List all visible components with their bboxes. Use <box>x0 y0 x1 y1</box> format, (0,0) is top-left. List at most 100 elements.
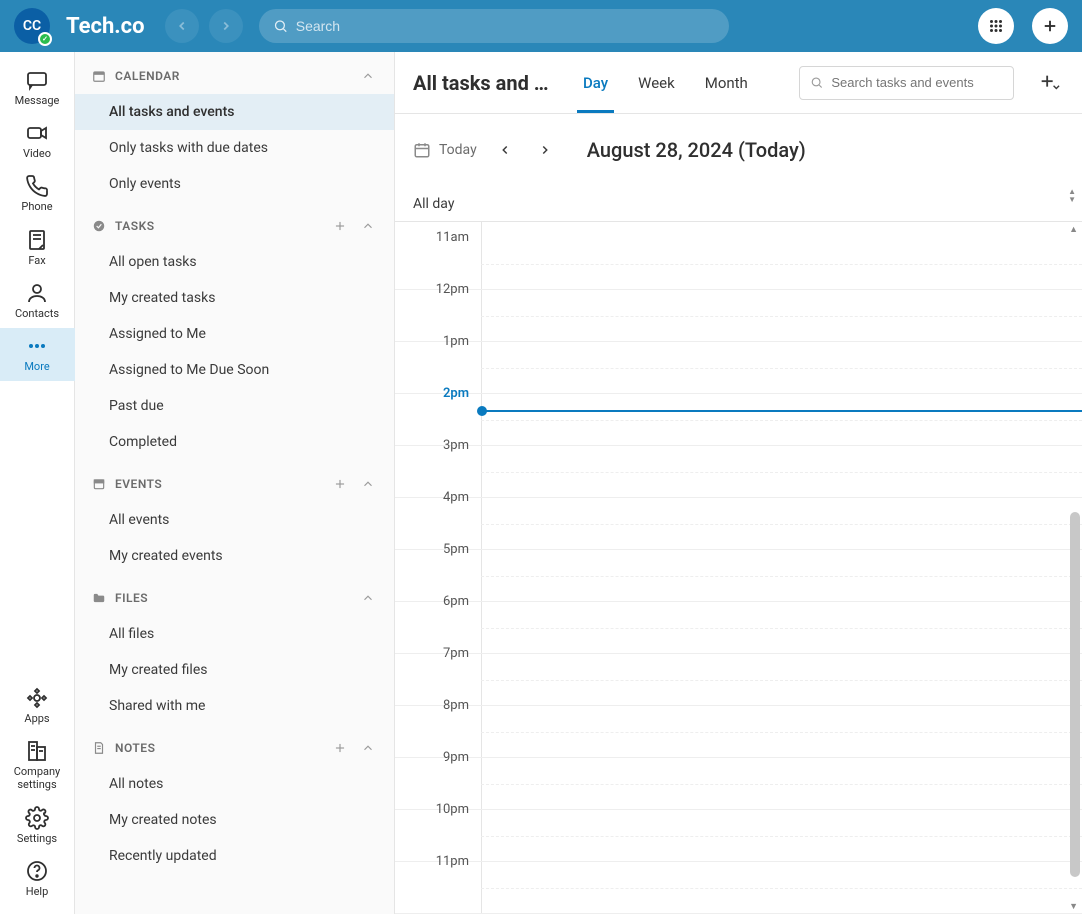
hour-label: 6pm <box>395 594 475 609</box>
plus-icon <box>333 477 347 491</box>
scrollbar-thumb[interactable] <box>1070 512 1080 877</box>
rail-item-apps[interactable]: Apps <box>0 680 75 733</box>
sidebar-item-my-created-tasks[interactable]: My created tasks <box>75 280 394 316</box>
avatar[interactable]: CC <box>14 8 50 44</box>
more-icon <box>25 334 49 358</box>
sidebar: CALENDARAll tasks and eventsOnly tasks w… <box>75 52 395 914</box>
add-tasks-button[interactable] <box>330 216 350 236</box>
plus-icon <box>333 219 347 233</box>
dialpad-button[interactable] <box>978 8 1014 44</box>
rail-item-label: Apps <box>24 712 49 725</box>
rail-item-more[interactable]: More <box>0 328 75 381</box>
allday-expand-controls[interactable]: ▲ ▼ <box>1068 188 1076 204</box>
sidebar-item-my-created-files[interactable]: My created files <box>75 652 394 688</box>
chevron-up-icon <box>361 477 375 491</box>
allday-row: All day ▲ ▼ <box>395 186 1082 222</box>
help-icon <box>25 859 49 883</box>
hour-row[interactable]: 10pm <box>395 810 1082 862</box>
nav-rail: MessageVideoPhoneFaxContactsMore Apps Com… <box>0 52 75 914</box>
caret-down-icon[interactable]: ▼ <box>1068 196 1076 204</box>
hour-row[interactable]: 3pm <box>395 446 1082 498</box>
task-event-search-input[interactable] <box>831 75 1003 90</box>
collapse-calendar-button[interactable] <box>358 66 378 86</box>
section-title: TASKS <box>115 219 322 233</box>
sidebar-item-all-notes[interactable]: All notes <box>75 766 394 802</box>
current-date-label: August 28, 2024 (Today) <box>587 138 806 162</box>
date-navigator: Today August 28, 2024 (Today) <box>395 114 1082 186</box>
sidebar-item-completed[interactable]: Completed <box>75 424 394 460</box>
new-action-button[interactable] <box>1032 8 1068 44</box>
global-search[interactable] <box>259 9 729 43</box>
task-event-search[interactable] <box>799 66 1014 100</box>
section-header-events[interactable]: EVENTS <box>75 460 394 502</box>
collapse-tasks-button[interactable] <box>358 216 378 236</box>
chevron-up-icon <box>361 69 375 83</box>
sidebar-item-my-created-events[interactable]: My created events <box>75 538 394 574</box>
nav-forward-button[interactable] <box>209 9 243 43</box>
rail-item-video[interactable]: Video <box>0 115 75 168</box>
section-header-files[interactable]: FILES <box>75 574 394 616</box>
collapse-files-button[interactable] <box>358 588 378 608</box>
hour-row[interactable]: 4pm <box>395 498 1082 550</box>
hour-row[interactable]: 5pm <box>395 550 1082 602</box>
sidebar-item-all-files[interactable]: All files <box>75 616 394 652</box>
next-day-button[interactable] <box>533 138 557 162</box>
sidebar-item-recently-updated[interactable]: Recently updated <box>75 838 394 874</box>
prev-day-button[interactable] <box>493 138 517 162</box>
rail-item-contacts[interactable]: Contacts <box>0 275 75 328</box>
sidebar-item-assigned-due-soon[interactable]: Assigned to Me Due Soon <box>75 352 394 388</box>
calendar-grid[interactable]: ▲ 11am12pm1pm2pm3pm4pm5pm6pm7pm8pm9pm10p… <box>395 222 1082 914</box>
rail-item-label: Company settings <box>14 765 61 791</box>
collapse-notes-button[interactable] <box>358 738 378 758</box>
sidebar-item-past-due[interactable]: Past due <box>75 388 394 424</box>
sidebar-item-all-open-tasks[interactable]: All open tasks <box>75 244 394 280</box>
sidebar-item-assigned-to-me[interactable]: Assigned to Me <box>75 316 394 352</box>
today-button[interactable]: Today <box>413 141 477 159</box>
hour-row[interactable]: 11pm <box>395 862 1082 914</box>
search-icon <box>810 75 823 90</box>
hour-row[interactable]: 1pm <box>395 342 1082 394</box>
rail-item-message[interactable]: Message <box>0 62 75 115</box>
create-new-button[interactable] <box>1034 68 1064 98</box>
hour-row[interactable]: 8pm <box>395 706 1082 758</box>
section-header-tasks[interactable]: TASKS <box>75 202 394 244</box>
hour-row[interactable]: 6pm <box>395 602 1082 654</box>
section-header-notes[interactable]: NOTES <box>75 724 394 766</box>
tab-day[interactable]: Day <box>583 52 608 113</box>
rail-item-company-settings[interactable]: Company settings <box>0 733 75 799</box>
sidebar-item-all-tasks-events[interactable]: All tasks and events <box>75 94 394 130</box>
add-events-button[interactable] <box>330 474 350 494</box>
chevron-up-icon <box>361 219 375 233</box>
sidebar-item-only-tasks-due[interactable]: Only tasks with due dates <box>75 130 394 166</box>
add-notes-button[interactable] <box>330 738 350 758</box>
tab-month[interactable]: Month <box>705 52 748 113</box>
section-header-calendar[interactable]: CALENDAR <box>75 52 394 94</box>
collapse-events-button[interactable] <box>358 474 378 494</box>
rail-item-help[interactable]: Help <box>0 853 75 906</box>
topbar: CC Tech.co <box>0 0 1082 52</box>
sidebar-item-shared-with-me[interactable]: Shared with me <box>75 688 394 724</box>
hour-row[interactable]: 7pm <box>395 654 1082 706</box>
hour-row[interactable]: 12pm <box>395 290 1082 342</box>
main-header: All tasks and … DayWeekMonth <box>395 52 1082 114</box>
rail-item-settings[interactable]: Settings <box>0 800 75 853</box>
hour-row[interactable]: 9pm <box>395 758 1082 810</box>
calendar-icon <box>91 68 107 84</box>
avatar-initials: CC <box>23 18 41 34</box>
sidebar-item-all-events[interactable]: All events <box>75 502 394 538</box>
folder-icon <box>91 590 107 606</box>
nav-back-button[interactable] <box>165 9 199 43</box>
current-time-dot <box>477 406 487 416</box>
rail-item-phone[interactable]: Phone <box>0 168 75 221</box>
sidebar-item-my-created-notes[interactable]: My created notes <box>75 802 394 838</box>
global-search-input[interactable] <box>296 18 715 34</box>
note-icon <box>91 740 107 756</box>
video-icon <box>25 121 49 145</box>
hour-label: 3pm <box>395 438 475 453</box>
sidebar-item-only-events[interactable]: Only events <box>75 166 394 202</box>
hour-row[interactable]: 11am <box>395 238 1082 290</box>
rail-item-fax[interactable]: Fax <box>0 222 75 275</box>
tab-week[interactable]: Week <box>638 52 675 113</box>
today-label: Today <box>439 142 477 158</box>
hour-row[interactable]: 2pm <box>395 394 1082 446</box>
